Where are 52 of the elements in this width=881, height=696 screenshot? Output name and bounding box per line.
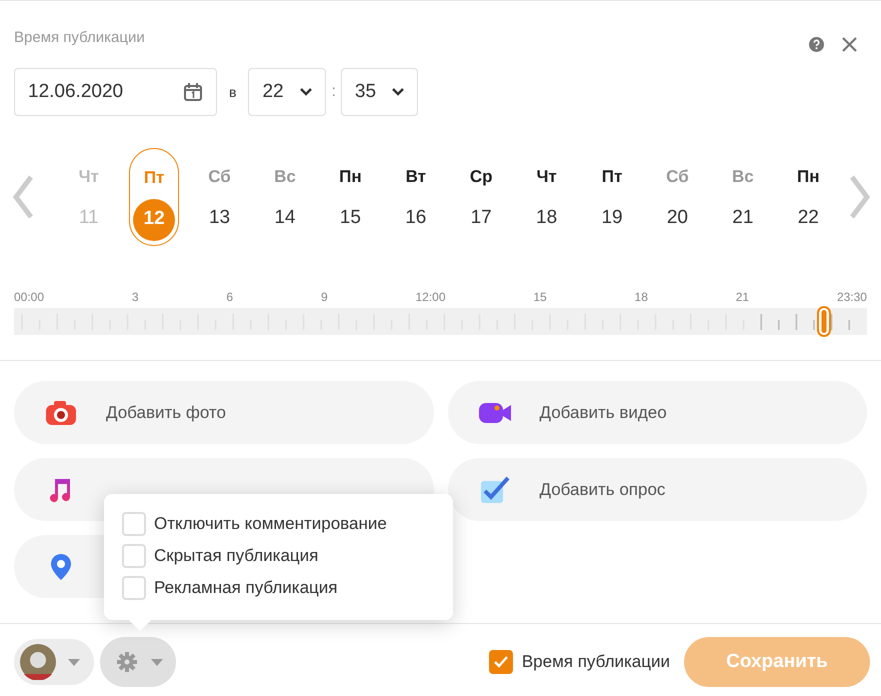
settings-dropdown[interactable] <box>100 637 176 687</box>
caret-icon <box>151 658 163 666</box>
music-note-icon <box>50 476 72 502</box>
chevron-left-icon[interactable] <box>12 175 34 219</box>
chevron-down-icon <box>392 88 404 96</box>
camera-icon <box>45 400 77 426</box>
attachment-button[interactable]: Добавить опрос <box>448 458 867 521</box>
chevron-down-icon <box>300 88 312 96</box>
time-scale-label: 9 <box>320 289 328 306</box>
location-pin-icon <box>50 552 72 580</box>
checkmark-icon <box>494 656 508 668</box>
slider-thumb[interactable] <box>817 306 832 337</box>
settings-icon <box>117 652 137 672</box>
calendar-icon <box>183 82 203 102</box>
avatar <box>20 644 56 680</box>
timeline-track[interactable] <box>14 308 867 335</box>
time-scale-label: 3 <box>132 289 139 306</box>
attachment-button[interactable]: Добавить фото <box>14 381 434 444</box>
checkmark-icon <box>480 476 510 504</box>
publish-time-checkbox[interactable]: Время публикации <box>488 649 670 675</box>
settings-option[interactable]: Скрытая публикация <box>122 544 453 568</box>
help-icon[interactable] <box>809 37 824 52</box>
settings-option[interactable]: Рекламная публикация <box>122 576 453 600</box>
day-option[interactable]: Пн 22 <box>783 148 834 246</box>
caret-icon <box>68 658 80 666</box>
day-option[interactable]: Ср 17 <box>456 148 506 246</box>
chevron-right-icon[interactable] <box>849 175 871 219</box>
time-scale-label: 12:00 <box>415 289 446 306</box>
day-option[interactable]: Пн 15 <box>325 148 376 246</box>
day-option[interactable]: Пт 19 <box>587 148 638 246</box>
hour-select[interactable]: 22 <box>248 68 326 116</box>
close-icon[interactable] <box>842 37 857 52</box>
day-option[interactable]: Сб 20 <box>652 148 702 246</box>
section-title: Время публикации <box>14 28 145 48</box>
time-scale-label: 15 <box>533 289 547 306</box>
time-scale-label: 21 <box>736 289 750 306</box>
at-label: в <box>229 82 236 102</box>
attachment-button[interactable]: Добавить видео <box>448 381 867 444</box>
time-scale-label: 18 <box>634 289 648 306</box>
time-separator: : <box>331 82 336 102</box>
day-option[interactable]: Чт 18 <box>522 148 572 246</box>
date-field[interactable]: 12.06.2020 <box>14 68 217 116</box>
author-select[interactable] <box>14 639 94 685</box>
day-option[interactable]: Вс 21 <box>718 148 768 246</box>
time-scale-label: 00:00 <box>14 289 44 306</box>
time-scale-label: 6 <box>226 289 234 306</box>
day-option[interactable]: Вс 14 <box>260 148 310 246</box>
day-option[interactable]: Сб 13 <box>194 148 245 246</box>
time-scale-label: 23:30 <box>836 289 867 306</box>
day-option[interactable]: Вт 16 <box>390 148 441 246</box>
video-camera-icon <box>478 400 512 424</box>
minute-select[interactable]: 35 <box>340 68 418 116</box>
